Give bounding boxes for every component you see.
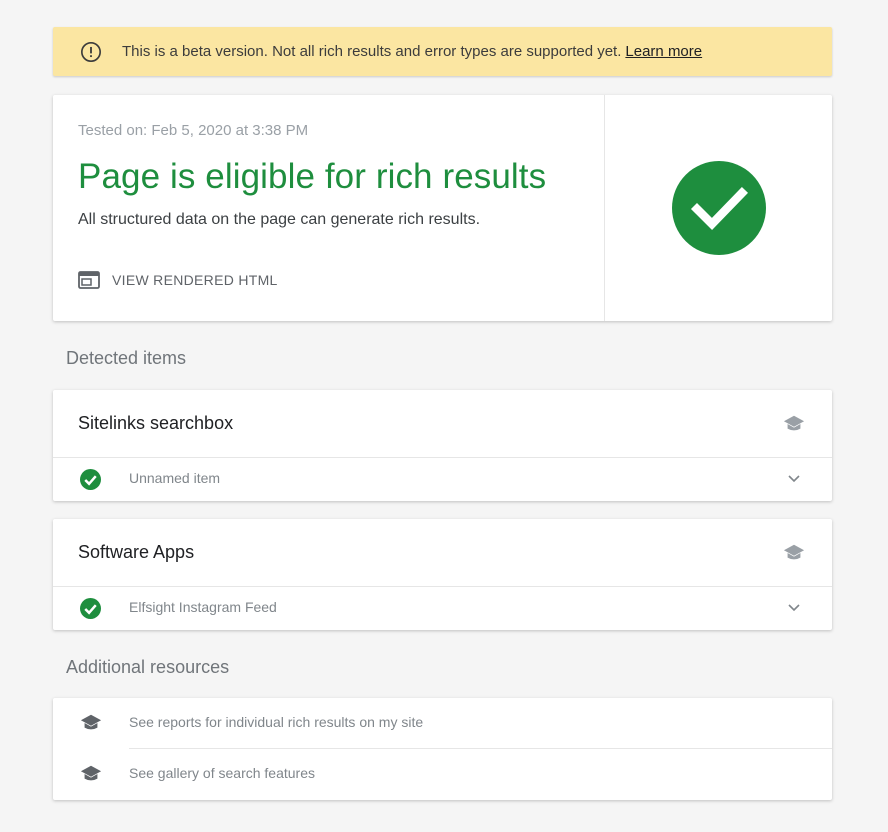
view-rendered-html-label: VIEW RENDERED HTML [112,272,278,288]
detected-item-title: Software Apps [78,542,195,562]
resource-link[interactable]: See gallery of search features [53,749,832,799]
resource-link-label: See reports for individual rich results … [129,714,424,730]
learn-more-link[interactable]: Learn more [625,43,702,60]
check-circle-icon [672,161,766,255]
view-rendered-html-button[interactable]: VIEW RENDERED HTML [78,271,278,289]
beta-banner: This is a beta version. Not all rich res… [53,27,832,76]
detected-item-card: Software Apps Elfsight Instagram Feed [53,519,832,630]
graduation-cap-icon [80,714,102,730]
graduation-cap-icon [80,765,102,781]
detected-item-label: Elfsight Instagram Feed [129,599,277,615]
additional-resources-heading: Additional resources [66,657,230,677]
check-circle-icon [80,469,101,490]
result-subtext: All structured data on the page can gene… [78,211,481,228]
detected-item-header: Sitelinks searchbox [53,390,832,458]
detected-item-row[interactable]: Unnamed item [53,458,832,501]
detected-items-heading: Detected items [66,348,187,368]
resource-link[interactable]: See reports for individual rich results … [53,698,832,748]
check-circle-icon [80,598,101,619]
result-headline: Page is eligible for rich results [78,157,547,196]
detected-item-title: Sitelinks searchbox [78,413,234,433]
detected-item-card: Sitelinks searchbox Unnamed item [53,390,832,501]
summary-left-panel: Tested on: Feb 5, 2020 at 3:38 PM Page i… [53,95,605,321]
graduation-cap-icon[interactable] [783,543,805,563]
additional-resources-card: See reports for individual rich results … [53,698,832,800]
detected-item-header: Software Apps [53,519,832,587]
browser-window-icon [78,271,100,289]
detected-item-label: Unnamed item [129,470,221,486]
resource-link-label: See gallery of search features [129,765,315,781]
detected-item-row[interactable]: Elfsight Instagram Feed [53,587,832,630]
result-summary-card: Tested on: Feb 5, 2020 at 3:38 PM Page i… [53,95,832,321]
chevron-down-icon[interactable] [788,603,800,613]
tested-on-timestamp: Tested on: Feb 5, 2020 at 3:38 PM [78,122,309,139]
info-icon [81,41,101,62]
banner-message: This is a beta version. Not all rich res… [122,43,622,60]
chevron-down-icon[interactable] [788,474,800,484]
graduation-cap-icon[interactable] [783,414,805,434]
